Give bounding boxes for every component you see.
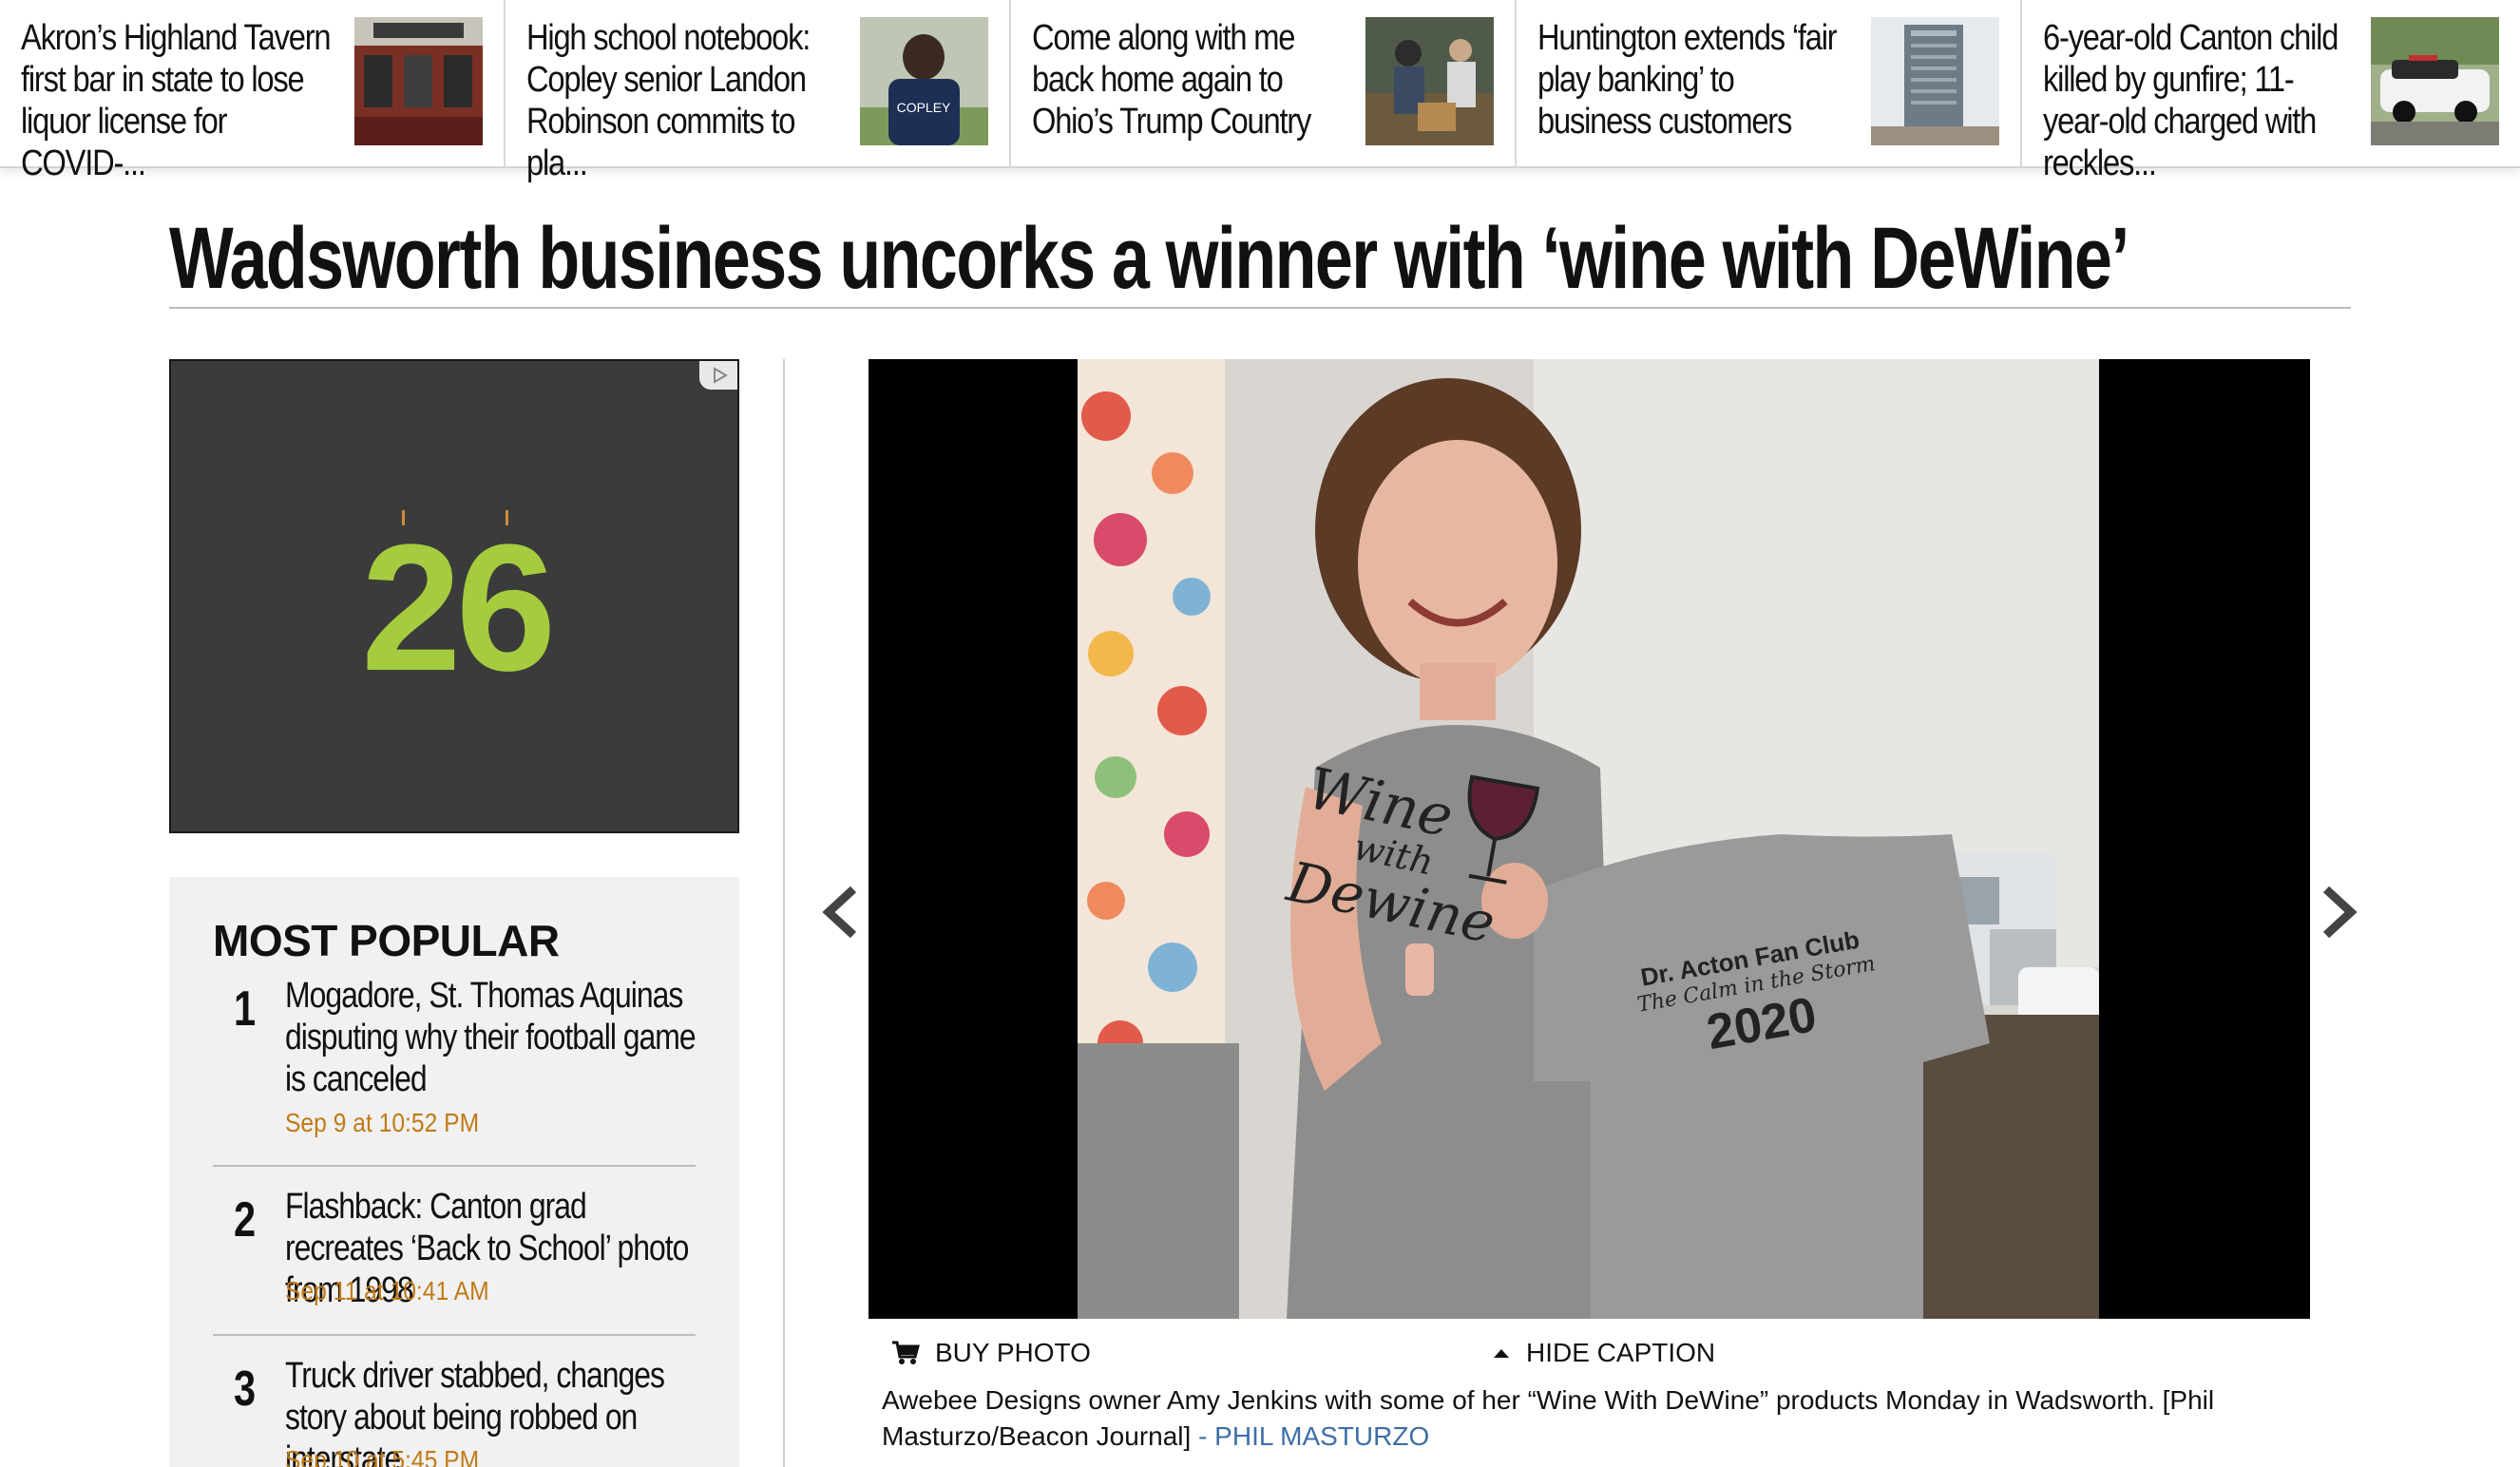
popular-item-1[interactable]: 1 Mogadore, St. Thomas Aquinas disputing… (213, 975, 697, 1137)
popular-divider (213, 1334, 696, 1336)
top-story-thumbnail[interactable] (1365, 17, 1494, 145)
top-story-4[interactable]: Huntington extends ‘fair play banking’ t… (1517, 0, 2022, 166)
popular-date: Sep 9 at 10:52 PM (285, 1108, 480, 1137)
buy-photo-label[interactable]: BUY PHOTO (935, 1338, 1091, 1368)
popular-rank: 1 (234, 981, 257, 1037)
gallery-prev-button[interactable] (815, 884, 872, 941)
chevron-left-icon (822, 886, 857, 939)
top-story-1[interactable]: Akron’s Highland Tavern first bar in sta… (0, 0, 506, 183)
buy-photo-button[interactable]: BUY PHOTO (891, 1338, 1091, 1368)
advertisement[interactable]: 26 (169, 359, 739, 833)
photo-credit[interactable]: - PHIL MASTURZO (1198, 1421, 1429, 1451)
top-story-5[interactable]: 6-year-old Canton child killed by gunfir… (2022, 0, 2520, 183)
hide-caption-button[interactable]: HIDE CAPTION (1492, 1338, 1715, 1368)
most-popular-panel: MOST POPULAR 1 Mogadore, St. Thomas Aqui… (169, 877, 739, 1467)
top-story-title[interactable]: Come along with me back home again to Oh… (1032, 17, 1346, 143)
svg-text:COPLEY: COPLEY (897, 100, 951, 115)
top-story-title[interactable]: 6-year-old Canton child killed by gunfir… (2043, 17, 2358, 184)
top-story-title[interactable]: Huntington extends ‘fair play banking’ t… (1537, 17, 1852, 143)
popular-item-2[interactable]: 2 Flashback: Canton grad recreates ‘Back… (213, 1186, 696, 1310)
candle-wick-icon (506, 510, 508, 525)
article-headline: Wadsworth business uncorks a winner with… (169, 210, 2129, 307)
top-story-thumbnail[interactable] (354, 17, 483, 145)
top-story-title[interactable]: High school notebook: Copley senior Land… (526, 17, 841, 184)
gallery-photo (869, 359, 2310, 1319)
caret-up-icon (1494, 1349, 1509, 1358)
gallery-next-button[interactable] (2307, 884, 2364, 941)
popular-rank: 2 (234, 1192, 257, 1248)
popular-divider (213, 1165, 696, 1167)
top-story-3[interactable]: Come along with me back home again to Oh… (1011, 0, 1517, 166)
ad-number: 26 (361, 507, 556, 709)
popular-rank: 3 (234, 1362, 257, 1417)
photo-gallery[interactable]: Wine with Dewine Dr. Acton Fan Club The … (869, 359, 2310, 1319)
chevron-right-icon (2322, 886, 2358, 939)
popular-date: Sep 10 at 5:45 PM (285, 1445, 480, 1467)
photo-caption: Awebee Designs owner Amy Jenkins with so… (882, 1382, 2298, 1455)
cart-icon (892, 1341, 920, 1364)
top-story-thumbnail[interactable]: COPLEY (860, 17, 988, 145)
top-story-title[interactable]: Akron’s Highland Tavern first bar in sta… (21, 17, 335, 184)
popular-title[interactable]: Mogadore, St. Thomas Aquinas disputing w… (285, 975, 700, 1100)
headline-divider (169, 307, 2351, 309)
popular-date: Sep 11 at 10:41 AM (285, 1276, 489, 1305)
candle-wick-icon (402, 510, 405, 525)
top-stories-strip: Akron’s Highland Tavern first bar in sta… (0, 0, 2520, 183)
most-popular-heading: MOST POPULAR (213, 916, 560, 965)
top-story-thumbnail[interactable] (1871, 17, 1999, 145)
column-divider (783, 359, 785, 1467)
adchoices-icon[interactable] (699, 361, 737, 390)
top-story-thumbnail[interactable] (2371, 17, 2499, 145)
popular-item-3[interactable]: 3 Truck driver stabbed, changes story ab… (213, 1355, 696, 1467)
top-story-2[interactable]: High school notebook: Copley senior Land… (506, 0, 1011, 183)
hide-caption-label[interactable]: HIDE CAPTION (1526, 1338, 1715, 1368)
caption-text: Awebee Designs owner Amy Jenkins with so… (882, 1385, 2215, 1451)
